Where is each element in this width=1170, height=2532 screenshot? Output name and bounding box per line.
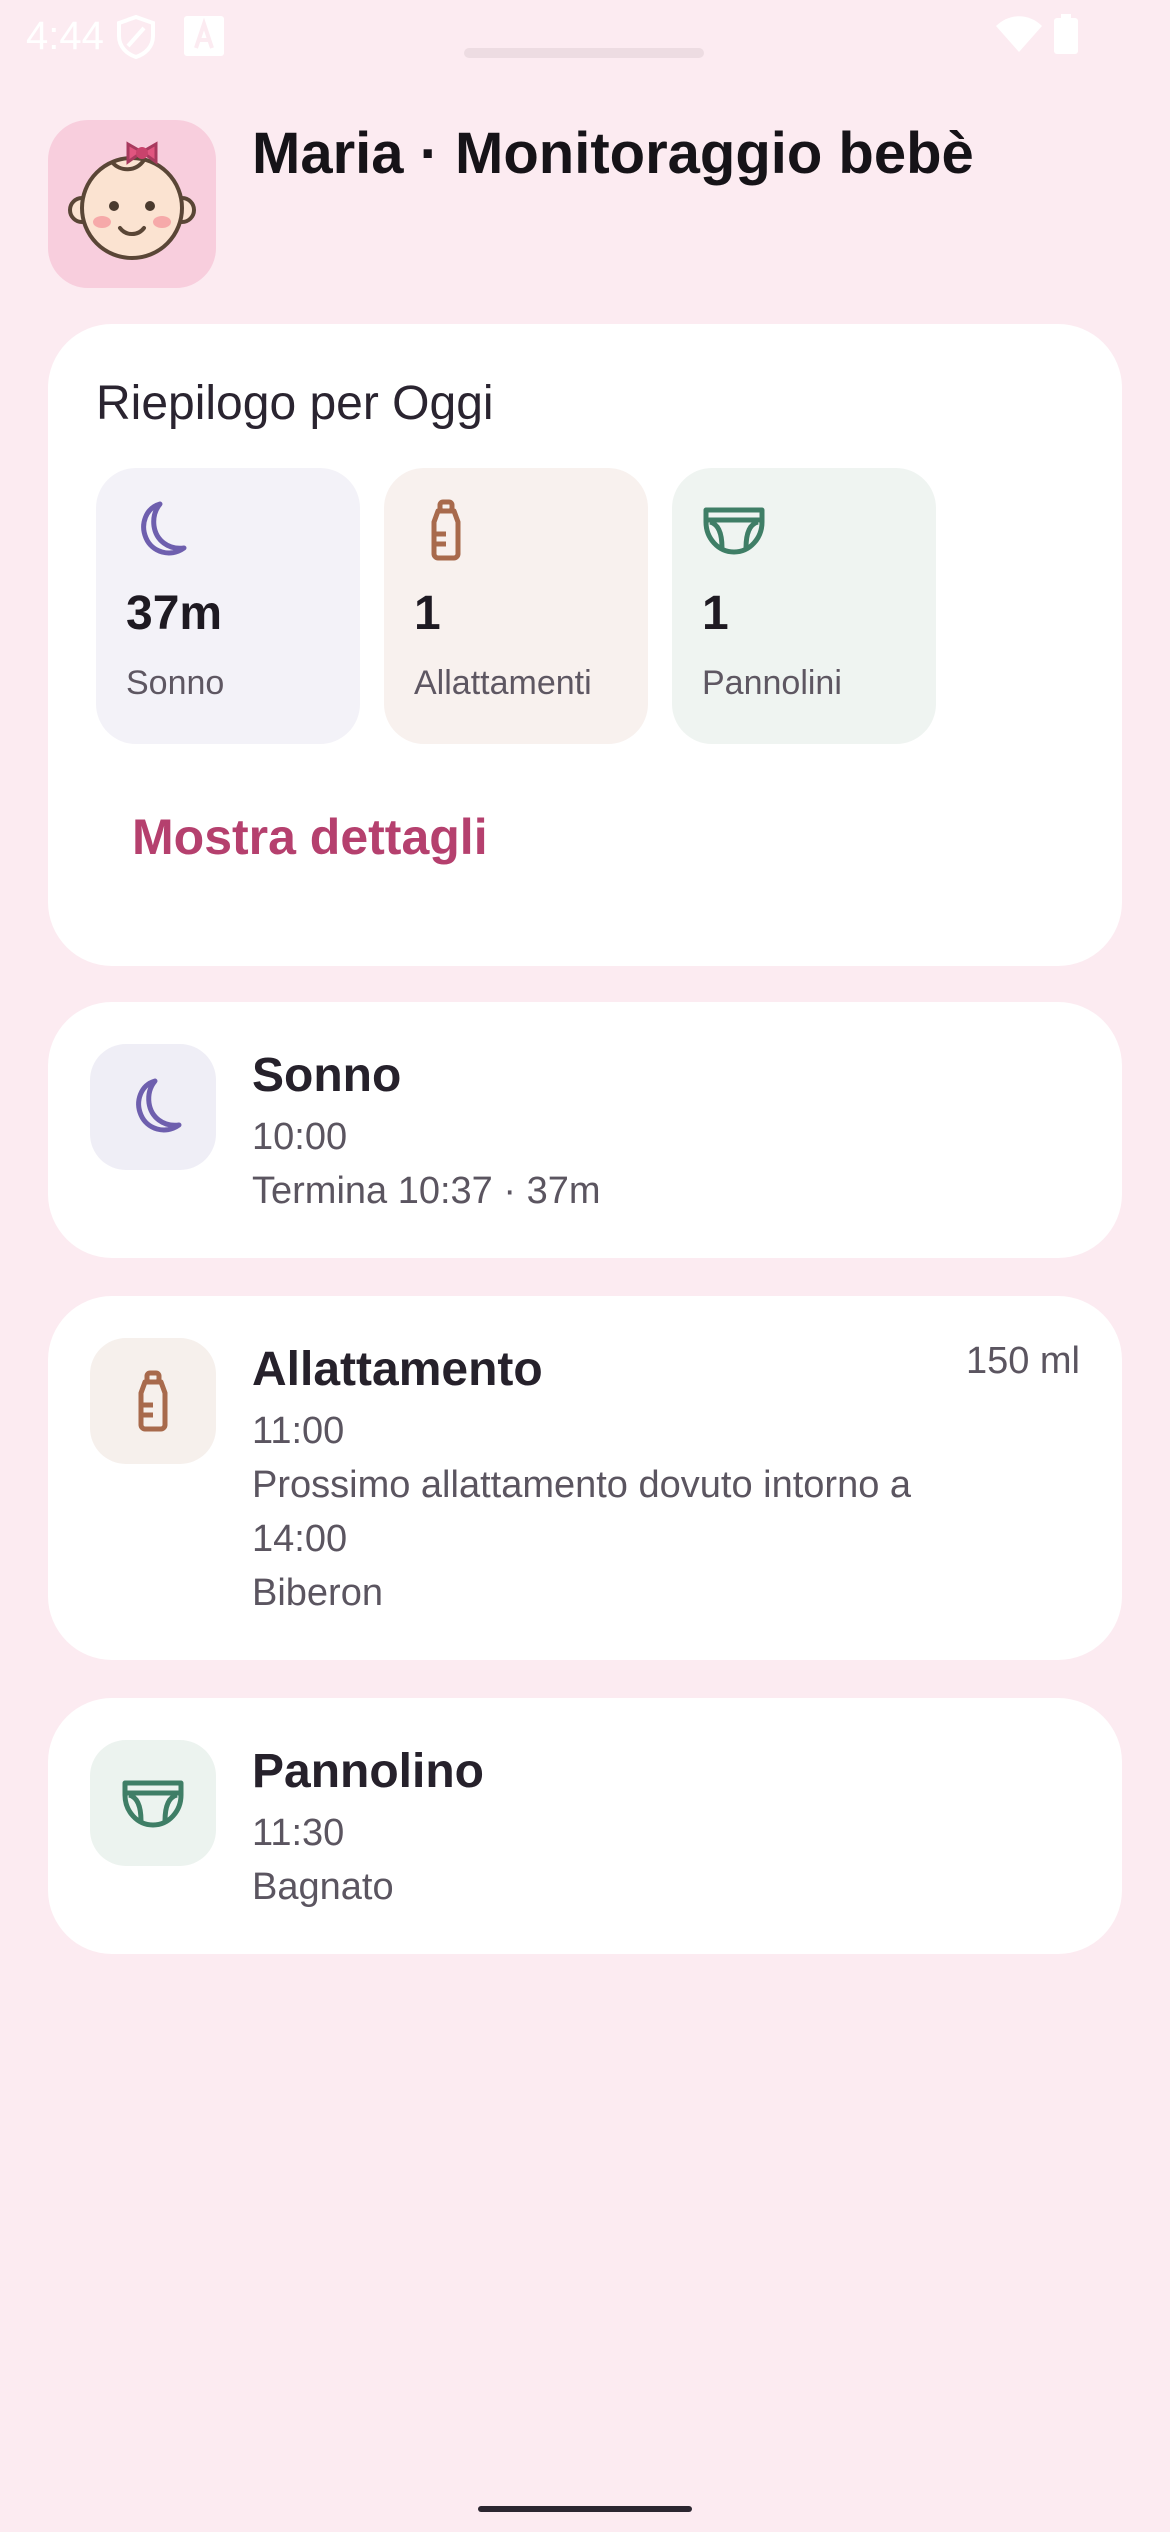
sleep-total-label: Sonno [126,664,225,702]
status-time: 4:44 [26,14,104,58]
sleep-total-value: 37m [126,587,223,640]
summary-title: Riepilogo per Oggi [96,377,494,430]
event-title: Pannolino [252,1745,484,1798]
event-card-diaper[interactable]: Pannolino 11:30 Bagnato [48,1698,1122,1954]
event-next-feeding: Prossimo allattamento dovuto intorno a [252,1464,912,1506]
diaper-count-value: 1 [702,587,729,640]
event-time: 11:30 [252,1812,345,1854]
event-card-sleep[interactable]: Sonno 10:00 Termina 10:37 · 37m [48,1002,1122,1258]
camera-notch [464,48,704,58]
shield-icon [114,14,158,65]
diaper-icon [702,498,766,567]
bottle-icon [414,498,478,567]
today-summary-card: Riepilogo per Oggi 37m Sonno 1 Allattame… [48,324,1122,966]
event-next-feeding-time: 14:00 [252,1518,348,1560]
show-details-button[interactable]: Mostra dettagli [132,808,488,866]
event-detail: Bagnato [252,1866,394,1908]
baby-face-icon [66,136,198,273]
app-title: Maria · Monitoraggio bebè [252,121,974,186]
baby-avatar [48,120,216,288]
home-indicator[interactable] [478,2506,692,2512]
bottle-icon [90,1338,216,1464]
diaper-count-label: Pannolini [702,664,842,702]
diaper-icon [90,1740,216,1866]
event-amount: 150 ml [965,1340,1080,1382]
battery-icon [1054,14,1078,59]
event-title: Allattamento [252,1343,543,1396]
feeding-count-value: 1 [414,587,441,640]
wifi-icon [996,16,1042,57]
moon-icon [90,1044,216,1170]
event-title: Sonno [252,1049,402,1102]
status-bar: 4:44 [0,0,1170,72]
event-detail: Termina 10:37 · 37m [252,1170,601,1212]
feeding-count-label: Allattamenti [414,664,592,702]
event-card-feeding[interactable]: Allattamento 150 ml 11:00 Prossimo allat… [48,1296,1122,1660]
summary-tile-diapers[interactable]: 1 Pannolini [672,468,936,744]
event-time: 10:00 [252,1116,348,1158]
moon-icon [126,498,190,567]
summary-tile-feeding[interactable]: 1 Allattamenti [384,468,648,744]
event-time: 11:00 [252,1410,345,1452]
font-a-icon [184,16,224,61]
summary-tile-sleep[interactable]: 37m Sonno [96,468,360,744]
event-feeding-type: Biberon [252,1572,383,1614]
